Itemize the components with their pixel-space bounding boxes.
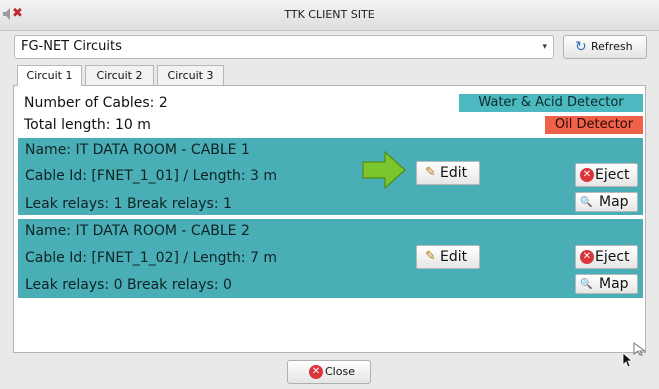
resize-grip-icon[interactable] <box>633 342 647 356</box>
eject-button[interactable]: ✕ Eject <box>575 245 638 269</box>
window-title: TTK CLIENT SITE <box>284 8 375 21</box>
eject-button[interactable]: ✕ Eject <box>575 163 638 187</box>
refresh-label: Refresh <box>591 40 633 53</box>
cable-id-length: Cable Id: [FNET_1_02] / Length: 7 m <box>25 250 278 266</box>
close-button[interactable]: ✕ Close <box>287 360 371 384</box>
cable-count: Number of Cables: 2 <box>24 95 168 111</box>
edit-button[interactable]: ✎ Edit <box>416 161 480 185</box>
eject-icon: ✕ <box>580 168 594 182</box>
green-arrow-icon <box>362 150 406 190</box>
edit-label: Edit <box>440 165 468 181</box>
circuit-dropdown-value: FG-NET Circuits <box>21 39 122 54</box>
magnifier-icon: 🔍 <box>580 197 593 208</box>
pencil-icon: ✎ <box>425 249 436 264</box>
close-label: Close <box>325 365 355 378</box>
cable-name: Name: IT DATA ROOM - CABLE 2 <box>25 223 250 239</box>
eject-label: Eject <box>595 167 630 183</box>
map-label: Map <box>599 276 629 292</box>
close-icon: ✕ <box>309 365 323 379</box>
pencil-icon: ✎ <box>425 165 436 180</box>
map-button[interactable]: 🔍 Map <box>575 274 638 294</box>
edit-label: Edit <box>440 249 468 265</box>
water-acid-detector-badge: Water & Acid Detector <box>459 94 643 112</box>
edit-button[interactable]: ✎ Edit <box>416 245 480 269</box>
tab-circuit-1[interactable]: Circuit 1 <box>17 65 82 86</box>
cable-relays: Leak relays: 0 Break relays: 0 <box>25 277 232 293</box>
cable-relays: Leak relays: 1 Break relays: 1 <box>25 196 232 212</box>
cable-id-length: Cable Id: [FNET_1_01] / Length: 3 m <box>25 168 278 184</box>
mouse-cursor-icon <box>622 352 634 368</box>
map-label: Map <box>599 194 629 210</box>
magnifier-icon: 🔍 <box>580 279 593 290</box>
cable-row: Name: IT DATA ROOM - CABLE 1 Cable Id: [… <box>18 138 643 215</box>
oil-detector-badge: Oil Detector <box>545 116 643 134</box>
eject-label: Eject <box>595 249 630 265</box>
tab-circuit-2[interactable]: Circuit 2 <box>85 65 154 85</box>
eject-icon: ✕ <box>580 250 594 264</box>
tab-circuit-3[interactable]: Circuit 3 <box>157 65 224 85</box>
map-button[interactable]: 🔍 Map <box>575 192 638 212</box>
cable-name: Name: IT DATA ROOM - CABLE 1 <box>25 142 250 158</box>
chevron-down-icon: ▾ <box>542 42 547 52</box>
refresh-icon: ↻ <box>575 39 587 55</box>
circuit-dropdown[interactable]: FG-NET Circuits ▾ <box>14 35 554 59</box>
title-bar: ✖ TTK CLIENT SITE <box>0 0 659 31</box>
cable-row: Name: IT DATA ROOM - CABLE 2 Cable Id: [… <box>18 219 643 298</box>
refresh-button[interactable]: ↻ Refresh <box>563 35 647 59</box>
total-length: Total length: 10 m <box>24 117 151 133</box>
